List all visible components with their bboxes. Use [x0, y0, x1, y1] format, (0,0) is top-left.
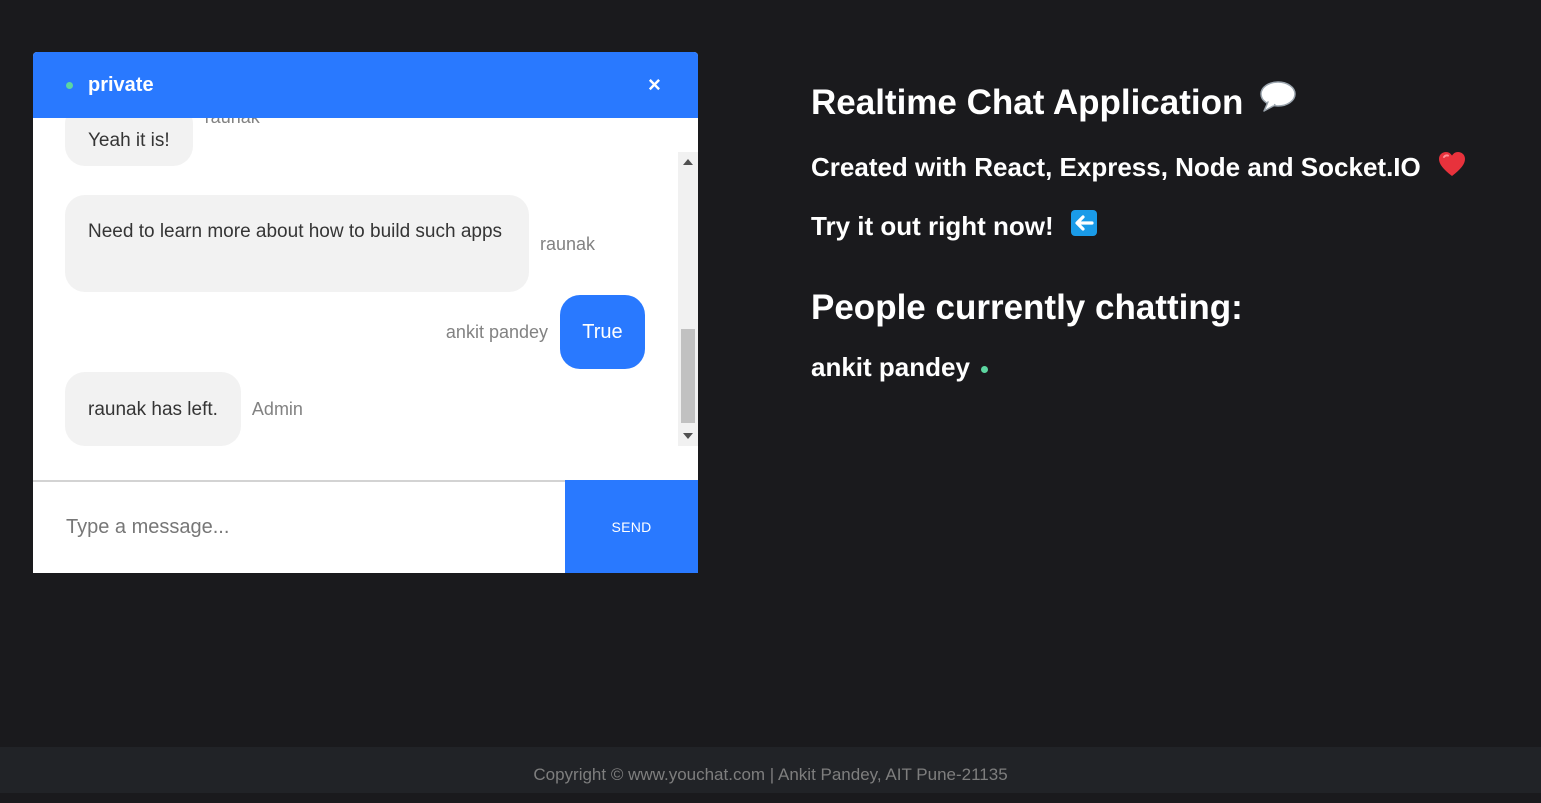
- message-bubble: raunak has left.: [65, 372, 241, 446]
- message-row: Need to learn more about how to build su…: [65, 195, 595, 292]
- message-row: ankit pandey True: [446, 295, 645, 369]
- send-button[interactable]: SEND: [565, 480, 698, 573]
- message-row: Yeah it is! raunak: [65, 118, 260, 166]
- message-bubble: True: [560, 295, 645, 369]
- message-row: raunak has left. Admin: [65, 372, 303, 446]
- footer: Copyright © www.youchat.com | Ankit Pand…: [0, 747, 1541, 793]
- scrollbar-thumb[interactable]: [681, 329, 695, 423]
- page-title-text: Realtime Chat Application: [811, 82, 1244, 122]
- active-user-item: ankit pandey: [811, 350, 988, 384]
- message-composer: SEND: [33, 480, 698, 573]
- message-bubble: Need to learn more about how to build su…: [65, 195, 529, 292]
- speech-bubble-icon: [1259, 80, 1297, 125]
- scroll-down-icon[interactable]: [683, 433, 693, 439]
- subtitle: Created with React, Express, Node and So…: [811, 150, 1467, 184]
- scrollbar[interactable]: [678, 152, 698, 446]
- message-list[interactable]: Yeah it is! raunak Need to learn more ab…: [33, 118, 698, 480]
- call-to-action: Try it out right now!: [811, 209, 1098, 243]
- message-sender: Admin: [251, 399, 303, 419]
- subtitle-text: Created with React, Express, Node and So…: [811, 152, 1421, 182]
- message-sender: ankit pandey: [445, 322, 548, 342]
- message-sender: raunak: [540, 233, 596, 254]
- message-input[interactable]: [33, 482, 565, 573]
- page-title: Realtime Chat Application: [811, 80, 1297, 125]
- message-text: Need to learn more about how to build su…: [88, 221, 503, 242]
- people-heading: People currently chatting:: [811, 288, 1243, 327]
- online-status-icon: [980, 365, 988, 373]
- heart-icon: [1437, 150, 1467, 184]
- online-status-icon: [66, 82, 73, 89]
- close-icon[interactable]: ×: [648, 70, 661, 100]
- message-sender: raunak: [205, 118, 260, 127]
- scroll-up-icon[interactable]: [683, 159, 693, 165]
- call-to-action-text: Try it out right now!: [811, 211, 1054, 241]
- chat-header: private ×: [33, 52, 698, 118]
- message-text: Yeah it is!: [88, 130, 170, 151]
- chat-window: private × Yeah it is! raunak Need to lea…: [33, 52, 698, 573]
- active-user-name: ankit pandey: [811, 352, 970, 382]
- message-text: raunak has left.: [88, 398, 218, 420]
- message-text: True: [582, 320, 623, 343]
- footer-text: Copyright © www.youchat.com | Ankit Pand…: [533, 765, 1008, 784]
- message-bubble: Yeah it is!: [65, 118, 193, 166]
- room-name: private: [88, 74, 154, 96]
- left-arrow-icon: [1070, 209, 1098, 243]
